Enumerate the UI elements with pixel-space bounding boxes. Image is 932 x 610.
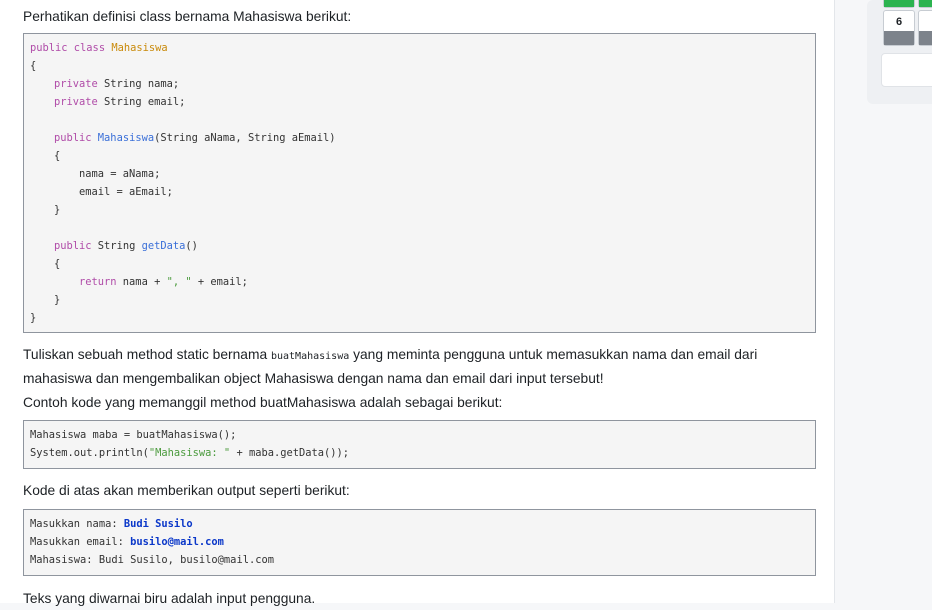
code-text: System.out.println( [30, 447, 149, 459]
code-text: (String aNama, String aEmail) [154, 132, 336, 144]
code-line: { [54, 258, 61, 270]
class-code-block: public class Mahasiswa { private String na… [23, 33, 816, 333]
code-line: nama = aNama; [79, 168, 161, 180]
code-line: email = aEmail; [79, 186, 173, 198]
output-code-block: Masukkan nama: Budi Susilo Masukkan email… [23, 509, 816, 576]
code-line: } [30, 312, 37, 324]
unanswered-indicator [919, 31, 932, 45]
code-keyword: public [54, 132, 98, 144]
question-number: 6 [895, 16, 903, 28]
output-prompt: Masukkan nama: [30, 518, 124, 530]
code-keyword: public class [30, 42, 112, 54]
code-keyword: private [54, 96, 105, 108]
answered-indicator [919, 0, 932, 7]
task-text: Tuliskan sebuah method static bernama bu… [23, 344, 818, 390]
intro-text: Perhatikan definisi class bernama Mahasi… [23, 9, 352, 24]
output-prompt: Masukkan email: [30, 536, 131, 548]
user-input-text: Budi Susilo [123, 518, 193, 530]
code-text: nama + [122, 276, 167, 288]
question-panel: Perhatikan definisi class bernama Mahasi… [0, 0, 835, 606]
code-text: String nama; [104, 78, 180, 90]
code-keyword: return [79, 276, 123, 288]
code-line: } [54, 294, 61, 306]
code-text: () [185, 240, 198, 252]
code-line: { [54, 150, 61, 162]
code-text: String [97, 240, 142, 252]
code-text: + email; [191, 276, 248, 288]
code-text: String email; [104, 96, 186, 108]
task-inline-code: buatMahasiswa [270, 351, 350, 362]
task-text-part: Tuliskan sebuah method static bernama [23, 347, 271, 362]
quiz-nav-button-answered[interactable] [918, 0, 932, 8]
unanswered-indicator [884, 31, 914, 45]
code-function: Mahasiswa [97, 132, 155, 144]
code-line: } [54, 204, 61, 216]
output-line: Mahasiswa: Budi Susilo, busilo@mail.com [30, 554, 274, 566]
quiz-nav-button[interactable] [918, 10, 932, 46]
code-line: { [30, 60, 37, 72]
note-text: Teks yang diwarnai biru adalah input pen… [23, 591, 316, 606]
quiz-nav-footer-box [881, 53, 932, 87]
quiz-nav-button-answered[interactable] [883, 0, 915, 8]
code-string: ", " [166, 276, 192, 288]
quiz-nav-button-current[interactable]: 6 [883, 10, 915, 46]
code-class-name: Mahasiswa [111, 42, 168, 54]
code-keyword: private [54, 78, 105, 90]
answered-indicator [884, 0, 914, 7]
example-code-block: Mahasiswa maba = buatMahasiswa(); System.… [23, 420, 816, 469]
code-string: "Mahasiswa: " [148, 447, 231, 459]
output-intro-text: Kode di atas akan memberikan output sepe… [23, 483, 350, 498]
user-input-text: busilo@mail.com [130, 536, 224, 548]
example-intro-text: Contoh kode yang memanggil method buatMa… [23, 395, 503, 410]
code-line: Mahasiswa maba = buatMahasiswa(); [30, 429, 237, 441]
code-keyword: public [54, 240, 98, 252]
code-text: + maba.getData()); [230, 447, 350, 459]
code-function: getData [141, 240, 186, 252]
